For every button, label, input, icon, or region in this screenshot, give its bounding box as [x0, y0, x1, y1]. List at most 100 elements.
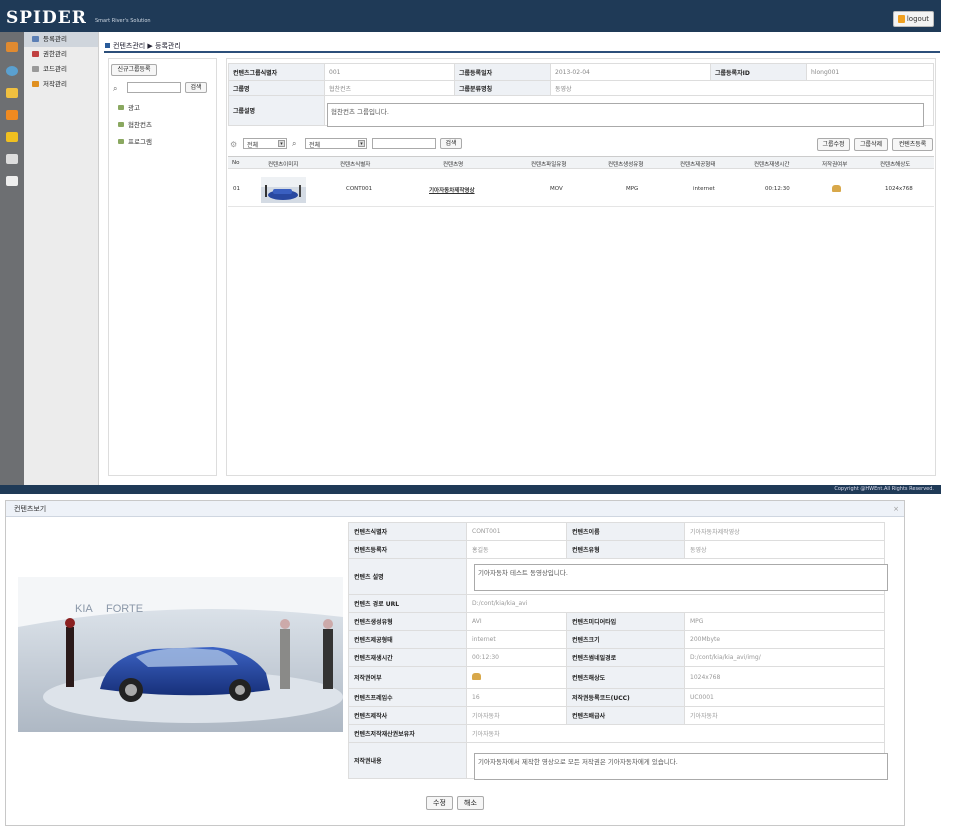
group-category-value: 동영상 — [550, 80, 934, 96]
sidebar-item-codes[interactable]: 코드관리 — [24, 62, 98, 77]
content-provide-label: 컨텐츠제공형태 — [348, 630, 467, 649]
breadcrumb: 컨텐츠관리 ▶ 등록관리 — [105, 41, 181, 51]
col-copyright: 저작권여부 — [822, 162, 848, 168]
close-icon[interactable]: × — [892, 505, 900, 513]
card-icon[interactable] — [6, 88, 18, 98]
content-size-value: 200Mbyte — [684, 630, 885, 649]
group-registrant-label: 그룹등록자ID — [710, 63, 807, 81]
content-id-label: 컨텐츠식별자 — [348, 522, 467, 541]
group-item-sponsor[interactable]: 협찬컨츠 — [118, 119, 152, 129]
content-frame-value: 16 — [466, 688, 567, 707]
col-id: 컨텐츠식별자 — [340, 162, 371, 168]
svg-text:FORTE: FORTE — [106, 603, 143, 615]
group-id-label: 컨텐츠그룹식별자 — [228, 63, 325, 81]
edit-button[interactable]: 수정 — [426, 796, 453, 810]
content-ucc-label: 저작권등록코드(UCC) — [566, 688, 685, 707]
content-thumb-value: D:/cont/kia/kia_avi/img/ — [684, 648, 885, 667]
content-ucc-value: UC0001 — [684, 688, 885, 707]
cancel-button[interactable]: 해소 — [457, 796, 484, 810]
content-res-value: 1024x768 — [684, 666, 885, 689]
copyright-icon — [32, 81, 39, 87]
content-gen-value: AVI — [466, 612, 567, 631]
content-url-label: 컨텐츠 경로 URL — [348, 594, 467, 613]
content-provide-value: internet — [466, 630, 567, 649]
row-time: 00:12:30 — [765, 186, 790, 192]
filter-search-button[interactable]: 검색 — [440, 138, 462, 149]
filter-select-1-value: 전체 — [247, 142, 259, 149]
content-res-label: 컨텐츠해상도 — [566, 666, 685, 689]
col-name: 컨텐츠명 — [443, 162, 464, 168]
group-search-input[interactable] — [127, 82, 181, 93]
copyright-text: Copyright @HWEnt.All Rights Reserved. — [834, 486, 934, 492]
group-desc-label: 그룹설명 — [228, 95, 325, 126]
document-icon[interactable] — [6, 176, 18, 186]
row-provide: internet — [693, 186, 715, 192]
breadcrumb-divider — [104, 51, 940, 53]
table-row[interactable]: 01 CONT001 기아자동차제작영상 MOV MPG internet 00… — [228, 173, 934, 207]
sidebar-menu: 등록관리 권한관리 코드관리 저작관리 — [24, 32, 99, 485]
col-image: 컨텐츠이미지 — [268, 162, 299, 168]
filter-select-2[interactable]: 전체 ▾ — [305, 138, 367, 149]
chevron-down-icon: ▾ — [358, 140, 365, 147]
group-date-value: 2013-02-04 — [550, 63, 711, 81]
app-tagline: Smart River's Solution — [95, 18, 151, 24]
gear-icon[interactable] — [6, 66, 18, 76]
content-desc-textarea[interactable]: 기아자동차 테스트 동영상입니다. — [474, 564, 888, 591]
content-media-label: 컨텐츠미디어타입 — [566, 612, 685, 631]
new-group-button[interactable]: 신규그룹등록 — [111, 64, 157, 76]
content-name-value: 기아자동차제작영상 — [684, 522, 885, 541]
content-thumb-label: 컨텐츠썸네일경로 — [566, 648, 685, 667]
col-provide: 컨텐츠제공형태 — [680, 162, 716, 168]
content-size-label: 컨텐츠크기 — [566, 630, 685, 649]
group-item-ad[interactable]: 광고 — [118, 102, 140, 112]
content-owner-label: 컨텐츠저작재산권보유자 — [348, 724, 467, 743]
copyright-flag-cell — [466, 666, 567, 689]
content-media-value: MPG — [684, 612, 885, 631]
delete-group-button[interactable]: 그룹삭제 — [854, 138, 888, 151]
content-type-label: 컨텐츠유형 — [566, 540, 685, 559]
filter-search-icon: ⌕ — [292, 139, 297, 148]
group-desc-textarea[interactable]: 협찬컨츠 그룹입니다. — [327, 103, 924, 127]
content-id-value: CONT001 — [466, 522, 567, 541]
row-file-type: MOV — [550, 186, 563, 192]
svg-text:KIA: KIA — [75, 603, 93, 615]
monitor-icon[interactable] — [6, 154, 18, 164]
dialog-title: 컨텐츠보기 — [6, 501, 904, 517]
permissions-icon — [32, 51, 39, 57]
register-content-button[interactable]: 컨텐츠등록 — [892, 138, 933, 151]
filter-select-1[interactable]: 전체 ▾ — [243, 138, 287, 149]
content-type-value: 동영상 — [684, 540, 885, 559]
group-registrant-value: hlong001 — [806, 63, 934, 81]
logout-button[interactable]: logout — [893, 11, 934, 27]
chevron-down-icon: ▾ — [278, 140, 285, 147]
row-no: 01 — [233, 186, 240, 192]
sidebar-item-registration[interactable]: 등록관리 — [24, 32, 98, 47]
sidebar-item-label: 코드관리 — [43, 65, 67, 73]
sidebar-item-label: 권한관리 — [43, 50, 67, 58]
content-image: KIA FORTE — [18, 577, 343, 732]
sidebar-item-permissions[interactable]: 권한관리 — [24, 47, 98, 62]
search-icon: ⌕ — [113, 84, 118, 93]
content-frame-label: 컨텐츠프레임수 — [348, 688, 467, 707]
edit-group-button[interactable]: 그룹수정 — [817, 138, 850, 151]
filter-gear-icon: ⚙ — [230, 140, 238, 149]
warning-icon[interactable] — [6, 132, 18, 142]
row-thumbnail[interactable] — [261, 177, 306, 203]
group-search-button[interactable]: 검색 — [185, 82, 207, 93]
group-item-program[interactable]: 프로그램 — [118, 136, 152, 146]
filter-select-2-value: 전체 — [309, 142, 321, 149]
content-dist-label: 컨텐츠배급사 — [566, 706, 685, 725]
rss-icon[interactable] — [6, 110, 18, 120]
content-detail-table: 컨텐츠식별자 CONT001 컨텐츠이름 기아자동차제작영상 컨텐츠등록자 홍길동 컨텐츠… — [348, 522, 885, 779]
copyright-desc-textarea[interactable]: 기아자동차에서 제작한 영상으로 모든 저작권은 기아자동차에게 있습니다. — [474, 753, 888, 780]
content-owner-value: 기아자동차 — [466, 724, 885, 743]
content-maker-label: 컨텐츠제작사 — [348, 706, 467, 725]
folder-icon[interactable] — [6, 42, 18, 52]
group-name-value: 협찬컨츠 — [324, 80, 455, 96]
sidebar-item-copyright[interactable]: 저작관리 — [24, 77, 98, 92]
row-name-link[interactable]: 기아자동차제작영상 — [429, 186, 475, 194]
codes-icon — [32, 66, 39, 72]
footer-bar: Copyright @HWEnt.All Rights Reserved. — [0, 485, 941, 494]
filter-search-input[interactable] — [372, 138, 436, 149]
content-maker-value: 기아자동차 — [466, 706, 567, 725]
